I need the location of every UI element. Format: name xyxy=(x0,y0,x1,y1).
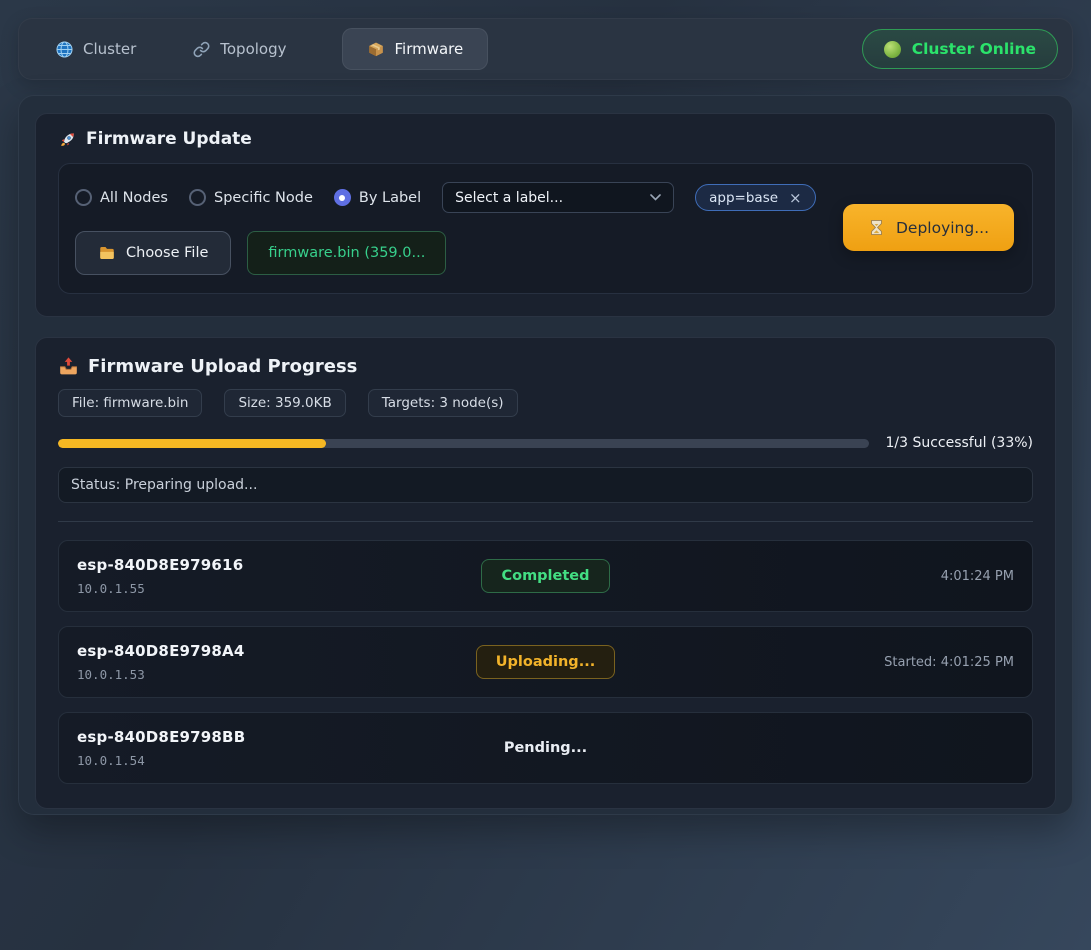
meta-size-badge: Size: 359.0KB xyxy=(224,389,345,417)
nav-tab-label: Cluster xyxy=(83,40,136,58)
divider xyxy=(58,521,1033,522)
link-icon xyxy=(192,40,211,59)
label-chip-text: app=base xyxy=(709,190,778,206)
radio-label: Specific Node xyxy=(214,190,313,206)
node-name: esp-840D8E979616 xyxy=(77,556,481,574)
radio-circle-icon xyxy=(189,189,206,206)
progress-row: 1/3 Successful (33%) xyxy=(58,435,1033,451)
hourglass-icon xyxy=(868,219,885,236)
node-info: esp-840D8E979616 10.0.1.55 xyxy=(77,556,481,596)
selected-file-label: firmware.bin (359.0... xyxy=(268,245,425,261)
progress-label: 1/3 Successful (33%) xyxy=(885,435,1033,451)
node-ip: 10.0.1.54 xyxy=(77,753,504,768)
radio-label: By Label xyxy=(359,190,421,206)
progress-fill xyxy=(58,439,326,448)
deploy-button[interactable]: Deploying... xyxy=(843,204,1014,251)
radio-by-label[interactable]: By Label xyxy=(334,189,421,206)
radio-label: All Nodes xyxy=(100,190,168,206)
package-icon xyxy=(367,40,385,58)
chevron-down-icon xyxy=(650,194,661,201)
nav-tab-firmware[interactable]: Firmware xyxy=(342,28,488,70)
nav-tab-label: Firmware xyxy=(394,40,463,58)
choose-file-label: Choose File xyxy=(126,245,208,261)
node-ip: 10.0.1.53 xyxy=(77,667,476,682)
meta-file-badge: File: firmware.bin xyxy=(58,389,202,417)
label-select[interactable]: Select a label... xyxy=(442,182,674,213)
globe-icon xyxy=(55,40,74,59)
node-row-1: esp-840D8E979616 10.0.1.55 Completed 4:0… xyxy=(58,540,1033,612)
top-nav-bar: Cluster Topology Firmware Cluster Online xyxy=(18,18,1073,80)
meta-targets-badge: Targets: 3 node(s) xyxy=(368,389,518,417)
radio-circle-icon xyxy=(334,189,351,206)
label-select-placeholder: Select a label... xyxy=(455,190,563,206)
upload-meta-row: File: firmware.bin Size: 359.0KB Targets… xyxy=(58,389,1033,417)
upload-progress-card: Firmware Upload Progress File: firmware.… xyxy=(35,337,1056,809)
status-badge: Pending... xyxy=(504,740,587,756)
radio-all-nodes[interactable]: All Nodes xyxy=(75,189,168,206)
main-container: Firmware Update All Nodes Specific Node … xyxy=(18,95,1073,815)
node-info: esp-840D8E9798A4 10.0.1.53 xyxy=(77,642,476,682)
folder-icon xyxy=(98,244,116,262)
status-badge: Uploading... xyxy=(476,645,615,679)
deploy-form-panel: All Nodes Specific Node By Label Select … xyxy=(58,163,1033,294)
choose-file-button[interactable]: Choose File xyxy=(75,231,231,275)
node-time: Started: 4:01:25 PM xyxy=(615,655,1014,670)
node-row-2: esp-840D8E9798A4 10.0.1.53 Uploading... … xyxy=(58,626,1033,698)
firmware-update-card: Firmware Update All Nodes Specific Node … xyxy=(35,113,1056,317)
selected-file-button[interactable]: firmware.bin (359.0... xyxy=(247,231,446,275)
rocket-icon xyxy=(58,130,77,149)
node-ip: 10.0.1.55 xyxy=(77,581,481,596)
green-circle-icon xyxy=(884,41,901,58)
node-info: esp-840D8E9798BB 10.0.1.54 xyxy=(77,728,504,768)
radio-circle-icon xyxy=(75,189,92,206)
radio-specific-node[interactable]: Specific Node xyxy=(189,189,313,206)
label-chip-app-base[interactable]: app=base × xyxy=(695,184,815,211)
firmware-update-title: Firmware Update xyxy=(58,129,1033,149)
node-time: 4:01:24 PM xyxy=(610,569,1014,584)
nav-tab-topology[interactable]: Topology xyxy=(192,40,286,59)
progress-bar xyxy=(58,439,869,448)
deploy-button-label: Deploying... xyxy=(896,219,989,237)
upload-status-text: Status: Preparing upload... xyxy=(58,467,1033,503)
status-badge: Completed xyxy=(481,559,609,593)
nav-tab-label: Topology xyxy=(220,40,286,58)
node-name: esp-840D8E9798A4 xyxy=(77,642,476,660)
cluster-status-badge: Cluster Online xyxy=(862,29,1058,69)
upload-progress-title: Firmware Upload Progress xyxy=(58,356,1033,377)
card-title-text: Firmware Update xyxy=(86,129,252,149)
outbox-tray-icon xyxy=(58,356,79,377)
chip-remove-icon[interactable]: × xyxy=(789,189,802,207)
node-row-3: esp-840D8E9798BB 10.0.1.54 Pending... xyxy=(58,712,1033,784)
cluster-status-label: Cluster Online xyxy=(912,40,1036,58)
node-name: esp-840D8E9798BB xyxy=(77,728,504,746)
nav-tab-cluster[interactable]: Cluster xyxy=(55,40,136,59)
card-title-text: Firmware Upload Progress xyxy=(88,356,357,377)
